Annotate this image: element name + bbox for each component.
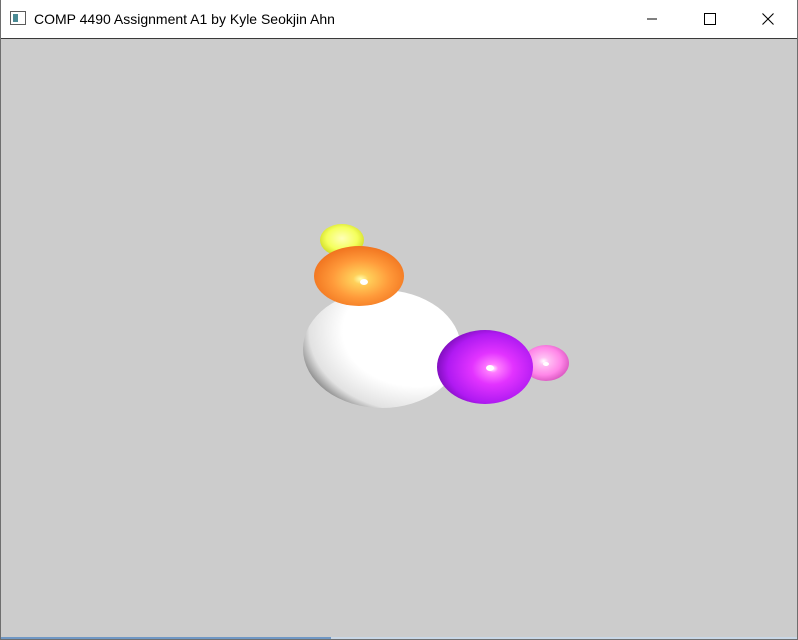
purple-sphere — [437, 330, 533, 404]
pink-specular — [543, 362, 549, 366]
render-viewport[interactable] — [1, 39, 797, 637]
minimize-icon — [647, 18, 657, 20]
bottom-edge — [1, 637, 797, 639]
scene-canvas — [303, 224, 569, 408]
app-window-icon[interactable] — [10, 11, 26, 25]
window-title: COMP 4490 Assignment A1 by Kyle Seokjin … — [34, 11, 335, 27]
maximize-icon — [704, 13, 716, 25]
title-bar[interactable]: COMP 4490 Assignment A1 by Kyle Seokjin … — [1, 0, 797, 39]
minimize-button[interactable] — [623, 0, 681, 38]
bottom-edge-accent — [1, 637, 331, 639]
app-icon-inner — [13, 14, 18, 22]
white-sphere — [303, 290, 461, 408]
maximize-button[interactable] — [681, 0, 739, 38]
orange-specular — [360, 279, 368, 285]
orange-sphere — [314, 246, 404, 306]
purple-specular — [486, 365, 494, 371]
application-window: COMP 4490 Assignment A1 by Kyle Seokjin … — [0, 0, 798, 640]
close-button[interactable] — [739, 0, 797, 38]
close-icon — [762, 13, 774, 25]
